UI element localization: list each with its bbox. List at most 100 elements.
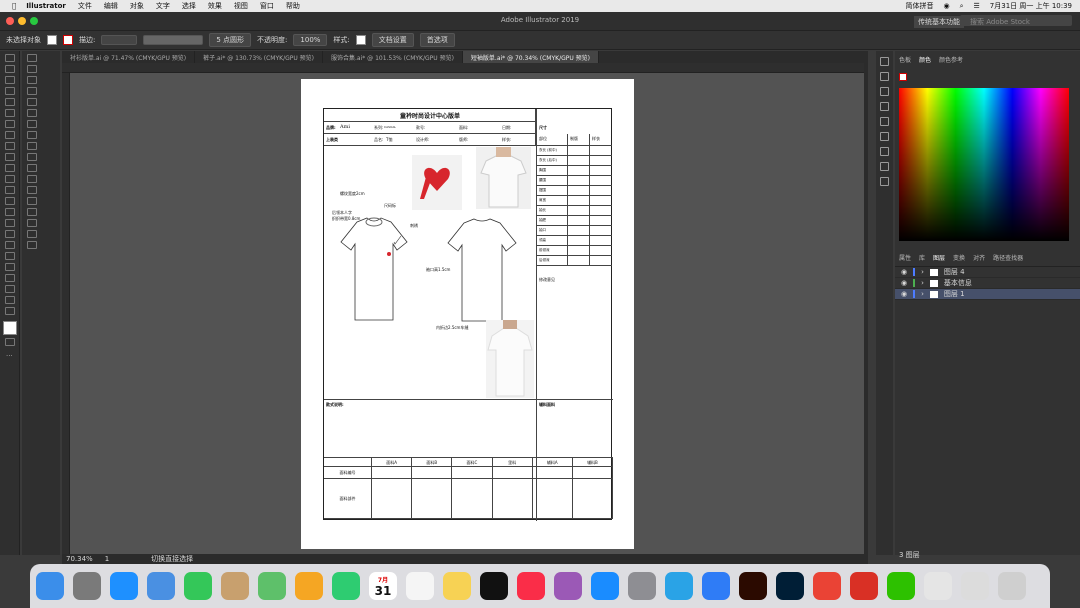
menu-edit[interactable]: 编辑 xyxy=(104,1,118,11)
size-cell[interactable] xyxy=(589,186,611,195)
tab-properties[interactable]: 属性 xyxy=(899,253,911,262)
zoom-field[interactable]: 70.34% xyxy=(66,555,93,563)
size-cell[interactable] xyxy=(567,166,589,175)
size-cell[interactable] xyxy=(589,156,611,165)
fabric-cell[interactable] xyxy=(412,479,453,518)
dock-app-icon[interactable] xyxy=(628,572,656,600)
input-method[interactable]: 简体拼音 xyxy=(905,1,933,11)
menu-select[interactable]: 选择 xyxy=(182,1,196,11)
logo-image[interactable] xyxy=(412,155,462,210)
visibility-eye-icon[interactable]: ◉ xyxy=(901,279,907,287)
color-guide-icon[interactable] xyxy=(880,72,889,81)
blend-tool-icon[interactable] xyxy=(5,252,15,260)
dock-app-icon[interactable] xyxy=(406,572,434,600)
dock-app-icon[interactable] xyxy=(221,572,249,600)
symbol-sprayer-tool-icon[interactable] xyxy=(5,263,15,271)
slice-tool-icon[interactable] xyxy=(27,241,37,249)
line-tool-icon[interactable] xyxy=(27,87,37,95)
size-cell[interactable] xyxy=(567,156,589,165)
dock-app-icon[interactable] xyxy=(36,572,64,600)
blob-brush-tool-icon[interactable] xyxy=(27,120,37,128)
layers-icon[interactable] xyxy=(880,117,889,126)
opacity-field[interactable]: 100% xyxy=(293,34,328,46)
size-cell[interactable] xyxy=(589,206,611,215)
dock-app-icon[interactable] xyxy=(110,572,138,600)
menu-effect[interactable]: 效果 xyxy=(208,1,222,11)
visibility-eye-icon[interactable]: ◉ xyxy=(901,268,907,276)
tab-align[interactable]: 对齐 xyxy=(973,253,985,262)
dock-app-icon[interactable] xyxy=(776,572,804,600)
size-cell[interactable] xyxy=(567,196,589,205)
tab-doc-4[interactable]: 短袖版单.ai* @ 70.34% (CMYK/GPU 预览) xyxy=(462,51,599,63)
artboard-nav[interactable]: 1 xyxy=(105,555,109,563)
expand-chevron-icon[interactable]: › xyxy=(921,279,924,287)
size-cell[interactable] xyxy=(567,146,589,155)
dock-app-icon[interactable] xyxy=(924,572,952,600)
selection-tool-icon[interactable] xyxy=(5,54,15,62)
fabric-cell[interactable] xyxy=(573,467,614,478)
rotate-tool-icon[interactable] xyxy=(5,153,15,161)
dock-app-icon[interactable]: 7月 31 xyxy=(369,572,397,600)
hand-tool-icon[interactable] xyxy=(5,296,15,304)
menu-app[interactable]: Illustrator xyxy=(26,2,66,10)
dock-app-icon[interactable] xyxy=(591,572,619,600)
dock-app-icon[interactable] xyxy=(739,572,767,600)
artboard[interactable]: 童衿时尚设计中心版单 品牌: Ami 系列: CASUAL 款号: 面料: 日期… xyxy=(301,79,634,549)
color-panel-icon[interactable] xyxy=(880,57,889,66)
dock-app-icon[interactable] xyxy=(998,572,1026,600)
dock-app-icon[interactable] xyxy=(480,572,508,600)
fabric-cell[interactable] xyxy=(493,467,533,478)
column-graph-tool-icon[interactable] xyxy=(27,230,37,238)
touch-type-tool-icon[interactable] xyxy=(27,98,37,106)
dock-app-icon[interactable] xyxy=(887,572,915,600)
size-cell[interactable] xyxy=(567,206,589,215)
transparency-icon[interactable] xyxy=(880,162,889,171)
tab-transform[interactable]: 变换 xyxy=(953,253,965,262)
fabric-cell[interactable] xyxy=(573,479,614,518)
wifi-icon[interactable]: ◉ xyxy=(943,2,949,10)
size-cell[interactable] xyxy=(589,176,611,185)
layer-row[interactable]: ◉ › 图层 4 xyxy=(895,267,1080,278)
size-cell[interactable] xyxy=(589,226,611,235)
dock-app-icon[interactable] xyxy=(73,572,101,600)
smooth-tool-icon[interactable] xyxy=(27,131,37,139)
fabric-cell[interactable] xyxy=(533,467,573,478)
layer-row[interactable]: ◉ › 图层 1 xyxy=(895,289,1080,300)
free-transform-tool-icon[interactable] xyxy=(5,186,15,194)
rectangle-tool-icon[interactable] xyxy=(5,109,15,117)
tab-libraries[interactable]: 库 xyxy=(919,253,925,262)
graph-tool-icon[interactable] xyxy=(5,274,15,282)
menu-help[interactable]: 帮助 xyxy=(286,1,300,11)
back-flat-sketch-icon[interactable] xyxy=(446,217,518,323)
pencil-tool-icon[interactable] xyxy=(5,131,15,139)
fabric-cell[interactable] xyxy=(533,479,573,518)
tab-layers[interactable]: 图层 xyxy=(933,253,945,262)
reflect-tool-icon[interactable] xyxy=(27,153,37,161)
menu-view[interactable]: 视图 xyxy=(234,1,248,11)
tab-doc-1[interactable]: 衬衫版单.ai @ 71.47% (CMYK/GPU 预览) xyxy=(62,51,196,63)
measure-tool-icon[interactable] xyxy=(27,219,37,227)
curvature-tool-icon[interactable] xyxy=(5,87,15,95)
size-cell[interactable] xyxy=(589,216,611,225)
symbols-icon[interactable] xyxy=(880,177,889,186)
align-icon[interactable] xyxy=(880,147,889,156)
layer-row[interactable]: ◉ › 基本信息 xyxy=(895,278,1080,289)
direct-selection-tool-icon[interactable] xyxy=(27,54,37,62)
width-tool-icon[interactable] xyxy=(27,175,37,183)
size-cell[interactable] xyxy=(589,196,611,205)
size-cell[interactable] xyxy=(567,246,589,255)
size-cell[interactable] xyxy=(567,186,589,195)
mesh-tool-icon[interactable] xyxy=(5,219,15,227)
expand-chevron-icon[interactable]: › xyxy=(921,290,924,298)
dock-app-icon[interactable] xyxy=(147,572,175,600)
magic-wand-tool-icon[interactable] xyxy=(5,65,15,73)
tab-swatches[interactable]: 色板 xyxy=(899,55,911,64)
variable-width-field[interactable] xyxy=(143,35,204,45)
dock-app-icon[interactable] xyxy=(702,572,730,600)
size-cell[interactable] xyxy=(589,236,611,245)
size-cell[interactable] xyxy=(567,176,589,185)
dock-app-icon[interactable] xyxy=(813,572,841,600)
stroke-swatch[interactable] xyxy=(63,35,73,45)
graphic-styles-icon[interactable] xyxy=(880,102,889,111)
model-photo-front[interactable] xyxy=(476,147,531,209)
